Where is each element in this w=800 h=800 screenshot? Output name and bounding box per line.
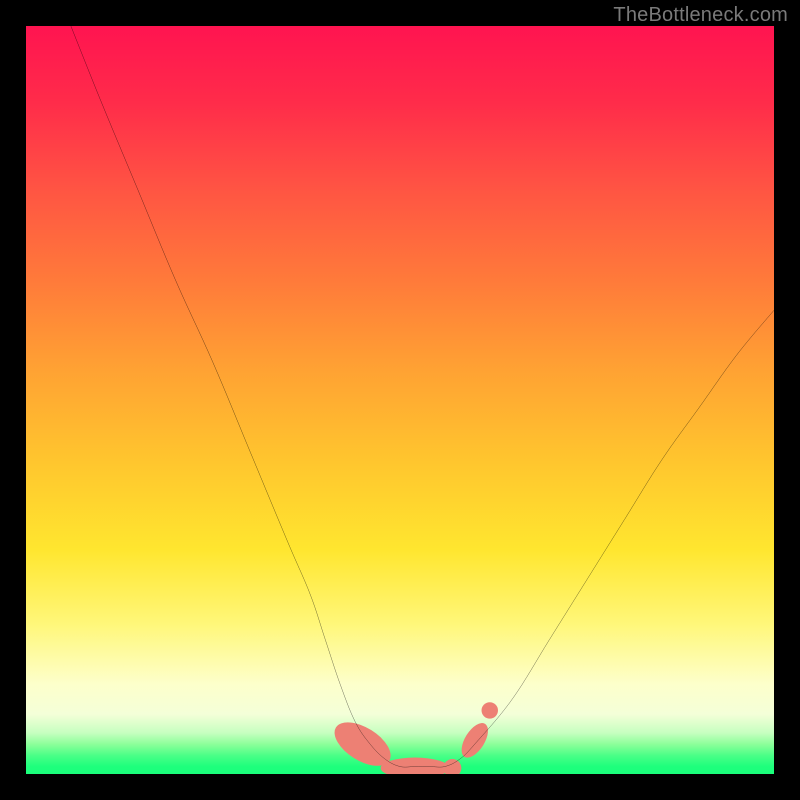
marker-cluster-3 [456, 719, 493, 762]
marker-cluster-1 [381, 758, 450, 774]
chart-svg [26, 26, 774, 774]
chart-plot-area [26, 26, 774, 774]
watermark-text: TheBottleneck.com [613, 4, 788, 27]
marker-cluster-group [327, 702, 498, 774]
marker-cluster-2 [443, 759, 461, 774]
marker-cluster-4 [482, 702, 498, 718]
chart-frame: TheBottleneck.com [0, 0, 800, 800]
bottleneck-curve-path [71, 26, 774, 767]
